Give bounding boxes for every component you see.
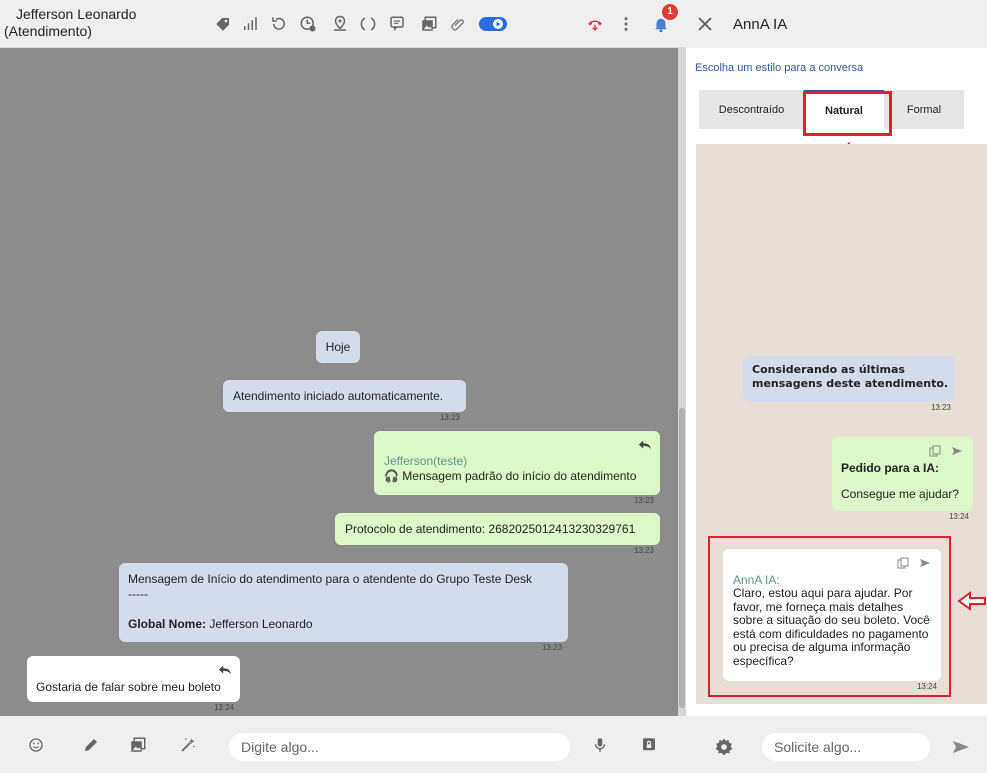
system-message: Atendimento iniciado automaticamente. 13… bbox=[223, 380, 466, 422]
message-time: 13:23 bbox=[439, 413, 460, 422]
message-text: Mensagem padrão do início do atendimento bbox=[402, 469, 637, 483]
pencil-icon[interactable] bbox=[81, 735, 101, 755]
global-name-row: Global Nome: Jefferson Leonardo bbox=[128, 617, 568, 632]
message-time: 13:23 bbox=[633, 546, 654, 555]
message-text: Consegue me ajudar? bbox=[841, 487, 960, 501]
ai-reply-message: AnnA IA: Claro, estou aqui para ajudar. … bbox=[723, 549, 941, 691]
protocol-message: Protocolo de atendimento: 26820250124132… bbox=[335, 513, 660, 555]
date-divider-label: Hoje bbox=[325, 339, 351, 354]
more-icon[interactable] bbox=[615, 13, 637, 35]
contact-info[interactable]: Jefferson Leonardo (Atendimento) bbox=[4, 6, 136, 40]
message-text: Considerando as últimas mensagens deste … bbox=[752, 363, 949, 390]
message-actions bbox=[929, 445, 963, 457]
message-time: 13:23 bbox=[633, 496, 654, 505]
message-author: AnnA IA: bbox=[733, 573, 780, 587]
customer-message: Gostaria de falar sobre meu boleto 13:24 bbox=[27, 656, 240, 712]
scrollbar-thumb[interactable] bbox=[679, 408, 685, 708]
ai-panel-title: AnnA IA bbox=[733, 16, 788, 33]
style-selector-label: Escolha um estilo para a conversa bbox=[695, 62, 864, 74]
message-time: 13:24 bbox=[916, 682, 937, 691]
microphone-icon[interactable] bbox=[590, 735, 610, 755]
hangup-icon[interactable] bbox=[584, 13, 606, 35]
message-time: 13:23 bbox=[541, 643, 562, 652]
contact-name: Jefferson Leonardo bbox=[16, 6, 137, 22]
copy-icon[interactable] bbox=[897, 557, 909, 569]
tab-descontraido[interactable]: Descontraído bbox=[699, 90, 804, 129]
message-text: Gostaria de falar sobre meu boleto bbox=[36, 680, 221, 694]
ai-panel-header: AnnA IA bbox=[686, 0, 987, 48]
emoji-icon[interactable] bbox=[26, 735, 46, 755]
message-icon[interactable] bbox=[386, 13, 408, 35]
attachment-icon[interactable] bbox=[447, 13, 469, 35]
agent-message: Jefferson(teste) 🎧 Mensagem padrão do in… bbox=[374, 431, 660, 505]
history-icon[interactable] bbox=[268, 13, 290, 35]
chat-scrollbar[interactable] bbox=[678, 48, 686, 716]
schedule-icon[interactable] bbox=[297, 13, 319, 35]
global-name-value: Jefferson Leonardo bbox=[206, 617, 313, 631]
ai-composer bbox=[686, 716, 987, 773]
tab-natural[interactable]: Natural bbox=[804, 90, 884, 129]
message-composer bbox=[0, 716, 686, 773]
ai-request-message: Pedido para a IA: Consegue me ajudar? 13… bbox=[832, 437, 973, 521]
message-text: Atendimento iniciado automaticamente. bbox=[233, 389, 444, 403]
date-divider: Hoje bbox=[316, 331, 360, 363]
message-input[interactable] bbox=[229, 733, 570, 761]
chat-column: Jefferson Leonardo (Atendimento) 1 Hoje … bbox=[0, 0, 686, 773]
ai-context-message: Considerando as últimas mensagens deste … bbox=[743, 356, 955, 412]
message-author: Jefferson(teste) bbox=[384, 454, 468, 468]
message-text: Mensagem de Início do atendimento para o… bbox=[128, 572, 533, 586]
lock-message-icon[interactable] bbox=[639, 735, 659, 755]
start-info-message: Mensagem de Início do atendimento para o… bbox=[119, 563, 568, 652]
magic-wand-icon[interactable] bbox=[178, 735, 198, 755]
close-icon[interactable] bbox=[696, 15, 714, 33]
send-icon[interactable] bbox=[951, 445, 963, 457]
tab-formal[interactable]: Formal bbox=[884, 90, 964, 129]
ai-prompt-input[interactable] bbox=[762, 733, 930, 761]
message-time: 13:24 bbox=[213, 703, 234, 712]
message-body: 🎧 Mensagem padrão do início do atendimen… bbox=[384, 469, 660, 484]
message-text: Claro, estou aqui para ajudar. Por favor… bbox=[733, 586, 930, 668]
gallery-icon[interactable] bbox=[418, 13, 440, 35]
request-label: Pedido para a IA: bbox=[841, 461, 940, 475]
contact-status: (Atendimento) bbox=[4, 23, 92, 39]
tag-icon[interactable] bbox=[212, 13, 234, 35]
notification-badge: 1 bbox=[662, 4, 678, 20]
ai-chat-area: Considerando as últimas mensagens deste … bbox=[696, 144, 987, 704]
reply-icon[interactable] bbox=[638, 439, 652, 451]
send-icon[interactable] bbox=[919, 557, 931, 569]
message-actions bbox=[897, 557, 931, 569]
signal-icon[interactable] bbox=[239, 13, 261, 35]
message-separator: ----- bbox=[128, 587, 148, 601]
gallery-icon[interactable] bbox=[128, 735, 148, 755]
location-pin-icon[interactable] bbox=[329, 13, 351, 35]
gear-icon[interactable] bbox=[714, 737, 734, 757]
copy-icon[interactable] bbox=[929, 445, 941, 457]
ai-assistant-panel: AnnA IA Escolha um estilo para a convers… bbox=[686, 0, 987, 773]
message-time: 13:24 bbox=[948, 512, 969, 521]
send-icon[interactable] bbox=[951, 738, 971, 756]
reply-icon[interactable] bbox=[218, 664, 232, 676]
chat-header: Jefferson Leonardo (Atendimento) 1 bbox=[0, 0, 686, 48]
message-time: 13:23 bbox=[930, 403, 951, 412]
transfer-icon[interactable] bbox=[357, 13, 379, 35]
message-text: Protocolo de atendimento: 26820250124132… bbox=[345, 522, 636, 536]
style-tabs: Descontraído Natural Formal bbox=[699, 90, 964, 129]
headset-icon: 🎧 bbox=[384, 469, 403, 483]
toggle-switch-icon[interactable] bbox=[478, 13, 508, 35]
global-name-label: Global Nome: bbox=[128, 617, 207, 631]
